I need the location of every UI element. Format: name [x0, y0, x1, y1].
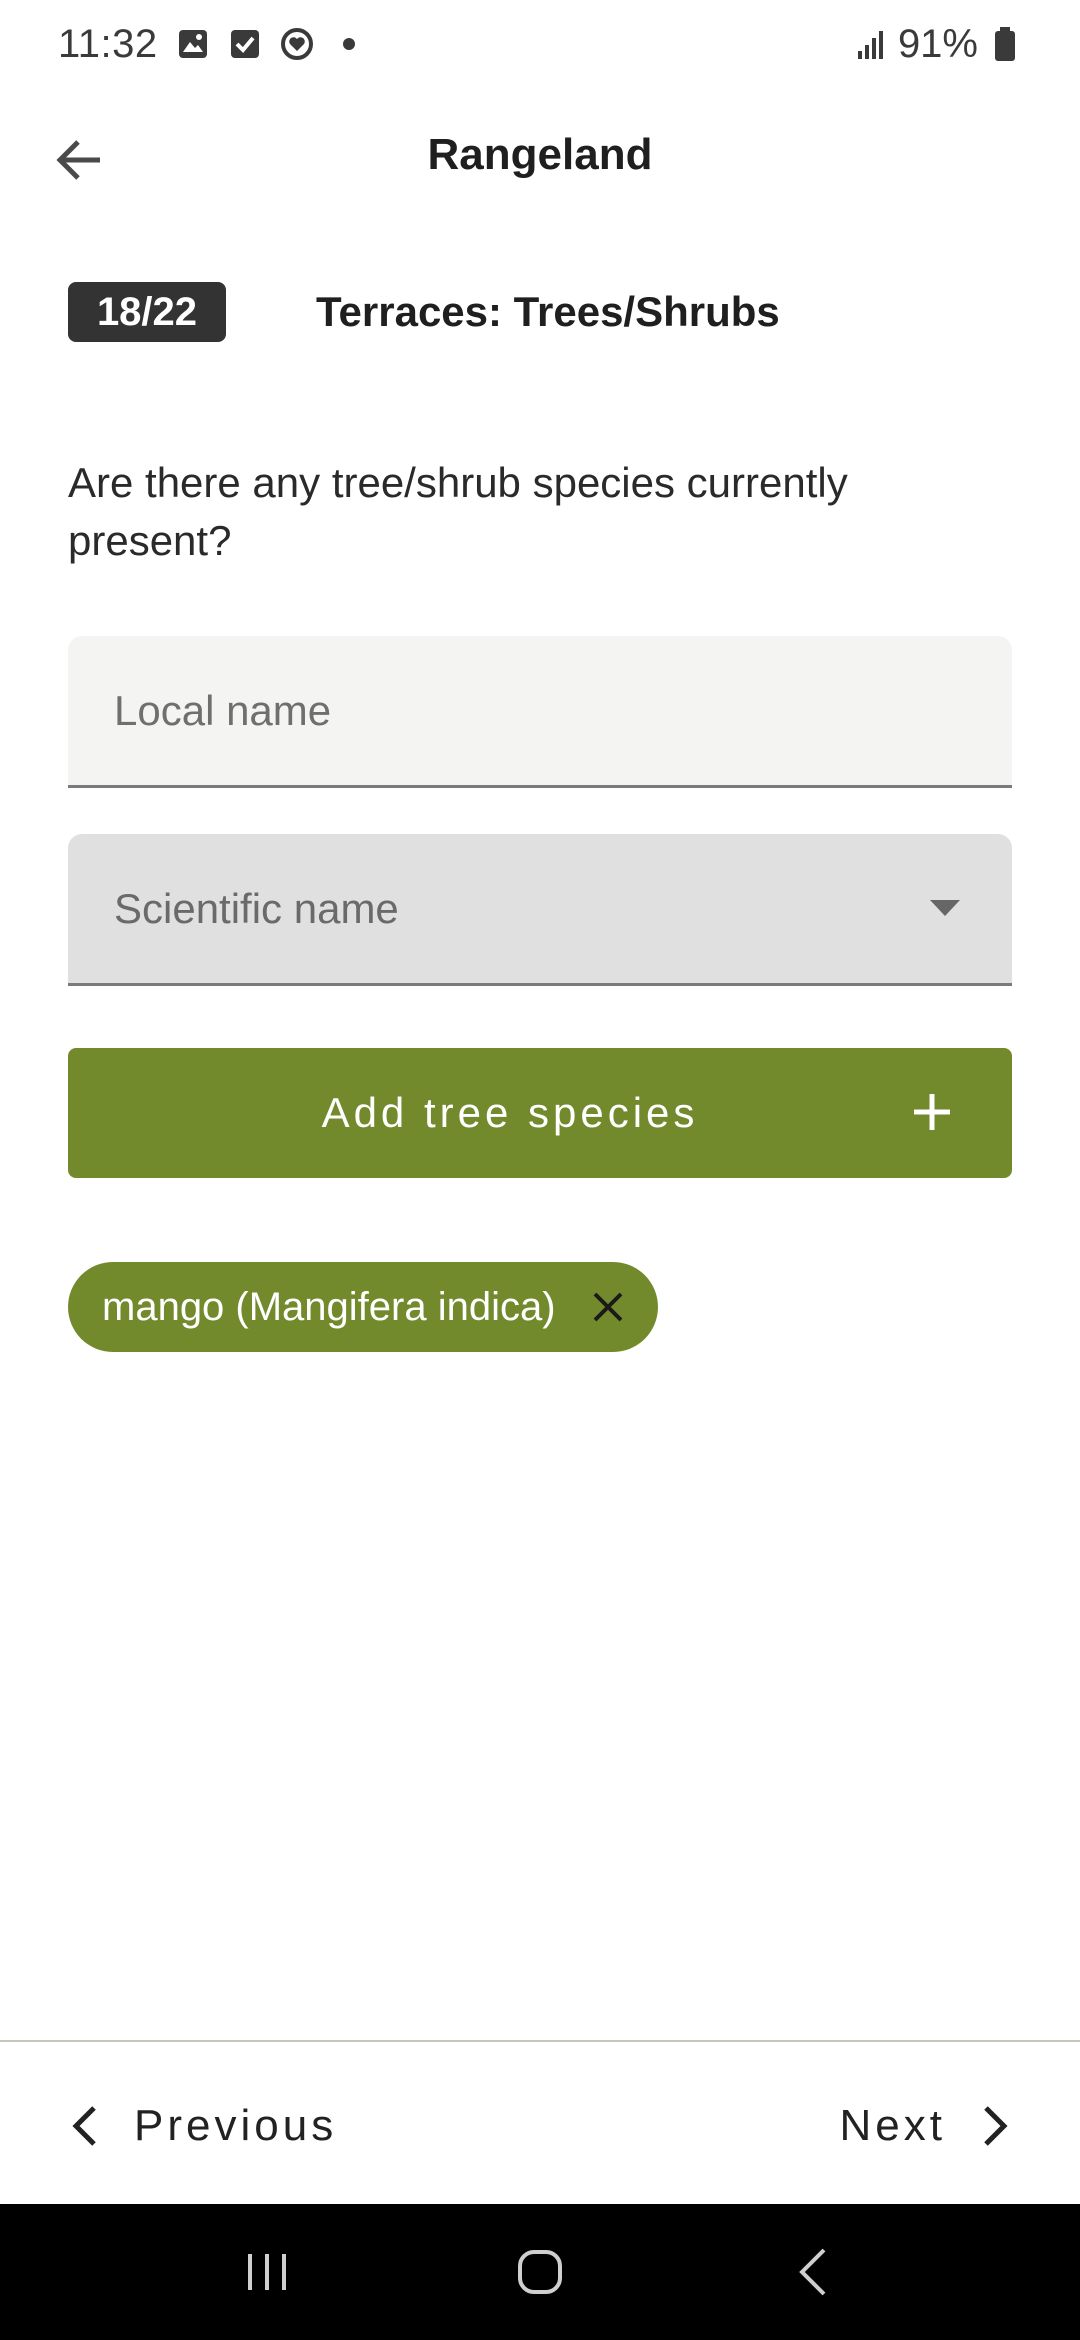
- scientific-name-select[interactable]: Scientific name: [68, 834, 1012, 986]
- remove-chip-button[interactable]: [588, 1287, 628, 1327]
- home-icon: [517, 2250, 562, 2294]
- signal-icon: [854, 27, 888, 61]
- gallery-icon: [176, 27, 210, 61]
- question-header: 18/22 Terraces: Trees/Shrubs: [68, 282, 780, 342]
- add-button-label: Add tree species: [321, 1089, 699, 1136]
- local-name-field[interactable]: [68, 636, 1012, 788]
- status-right: 91%: [854, 22, 1022, 67]
- status-time: 11:32: [58, 21, 158, 66]
- previous-label: Previous: [134, 2101, 338, 2150]
- chip-label: mango (Mangifera indica): [102, 1284, 556, 1329]
- dot-icon: [332, 27, 366, 61]
- chevron-left-icon: [72, 2106, 96, 2146]
- status-left: 11:32: [58, 22, 366, 67]
- heart-ring-icon: [280, 27, 314, 61]
- local-name-input[interactable]: [114, 686, 934, 735]
- add-tree-species-button[interactable]: Add tree species: [68, 1048, 1012, 1178]
- previous-button[interactable]: Previous: [70, 2086, 337, 2166]
- recent-apps-button[interactable]: [227, 2232, 307, 2312]
- question-text: Are there any tree/shrub species current…: [68, 459, 848, 564]
- bottom-divider: [0, 2040, 1080, 2042]
- next-label: Next: [839, 2101, 946, 2150]
- recent-apps-icon: [247, 2254, 286, 2290]
- next-button[interactable]: Next: [840, 2086, 1010, 2166]
- section-title: Terraces: Trees/Shrubs: [316, 288, 780, 335]
- back-chevron-icon: [799, 2248, 826, 2296]
- question-progress-badge: 18/22: [68, 282, 226, 342]
- close-icon: [593, 1292, 622, 1322]
- battery-percent: 91%: [897, 21, 978, 66]
- plus-icon: [914, 1094, 950, 1130]
- species-chip: mango (Mangifera indica): [68, 1262, 658, 1352]
- screen: 11:32 91% Rangeland 18/22 Terraces: Tree…: [0, 0, 1080, 2340]
- system-back-button[interactable]: [773, 2232, 853, 2312]
- home-button[interactable]: [500, 2232, 580, 2312]
- status-bar: 11:32 91%: [0, 0, 1080, 88]
- page-title: Rangeland: [427, 130, 653, 179]
- caret-down-icon: [930, 900, 960, 916]
- battery-icon: [988, 27, 1022, 61]
- system-nav-bar: [0, 2204, 1080, 2340]
- app-bar: Rangeland: [0, 100, 1080, 220]
- checkbox-icon: [228, 27, 262, 61]
- scientific-name-placeholder: Scientific name: [114, 884, 399, 932]
- chevron-right-icon: [984, 2106, 1008, 2146]
